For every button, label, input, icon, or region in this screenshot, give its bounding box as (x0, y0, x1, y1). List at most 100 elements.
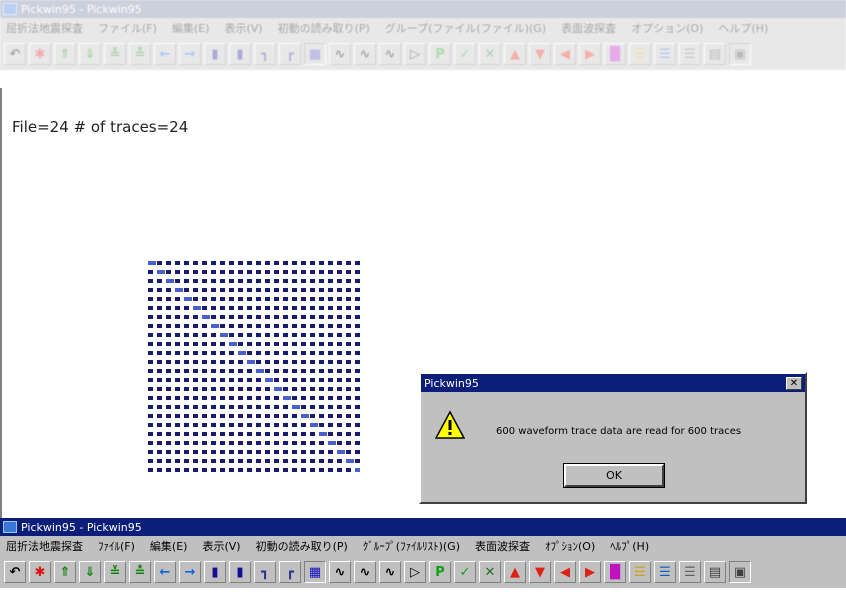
check-icon[interactable]: ✓ (454, 561, 476, 583)
p-icon[interactable]: P (429, 43, 451, 65)
top-menu-item[interactable]: オプション(O) (631, 20, 703, 36)
trace-cell (256, 441, 261, 445)
tri-up-icon[interactable]: ▲ (504, 43, 526, 65)
trace-cell (346, 378, 351, 382)
bottom-menu-item[interactable]: 初動の読み取り(P) (256, 538, 348, 554)
trace-cell (337, 450, 345, 454)
trace-cell (157, 288, 162, 292)
trace-cell (256, 306, 261, 310)
trace-cell (292, 351, 297, 355)
panel-icon[interactable]: ▤ (704, 561, 726, 583)
wave-icon[interactable]: ∿ (329, 43, 351, 65)
book2-icon[interactable]: ▮ (229, 43, 251, 65)
tri-down-icon[interactable]: ▼ (529, 43, 551, 65)
ok-button[interactable]: OK (563, 463, 665, 488)
book2-icon[interactable]: ▮ (229, 561, 251, 583)
tri-right-icon[interactable]: ▶ (579, 561, 601, 583)
x-icon[interactable]: ✕ (479, 43, 501, 65)
check-icon[interactable]: ✓ (454, 43, 476, 65)
x-icon[interactable]: ✕ (479, 561, 501, 583)
tri-left-icon[interactable]: ◀ (554, 561, 576, 583)
wave-a-icon[interactable]: ∿ (354, 43, 376, 65)
star-icon[interactable]: ✱ (29, 43, 51, 65)
top-menu-item[interactable]: 表面波探査 (561, 20, 616, 36)
trace-cell (310, 333, 315, 337)
gradient-icon[interactable]: █ (604, 43, 626, 65)
converge-icon[interactable]: ≚ (104, 561, 126, 583)
lines2-icon[interactable]: ☰ (654, 43, 676, 65)
top-menu-item[interactable]: 編集(E) (172, 20, 210, 36)
trace-cell (292, 369, 297, 373)
arrow-down-icon[interactable]: ⇓ (79, 561, 101, 583)
diverge-icon[interactable]: ≛ (129, 561, 151, 583)
lines3-icon[interactable]: ☰ (679, 561, 701, 583)
tri-down-icon[interactable]: ▼ (529, 561, 551, 583)
arrow-down-icon[interactable]: ⇓ (79, 43, 101, 65)
bottom-menu-item[interactable]: ﾍﾙﾌﾟ(H) (610, 538, 649, 554)
trace-cell (346, 261, 351, 265)
bottom-menu-item[interactable]: ﾌｧｲﾙ(F) (98, 538, 135, 554)
tri-left-icon[interactable]: ◀ (554, 43, 576, 65)
arrow-right-icon[interactable]: → (179, 561, 201, 583)
top-menu-item[interactable]: 初動の読み取り(P) (278, 20, 370, 36)
arrow-left-icon[interactable]: ← (154, 43, 176, 65)
trace-cell (292, 288, 297, 292)
top-menu-item[interactable]: ヘルプ(H) (718, 20, 768, 36)
pointer-icon[interactable]: ▷ (404, 561, 426, 583)
trace-cell (355, 297, 360, 301)
trace-cell (220, 288, 225, 292)
star-icon[interactable]: ✱ (29, 561, 51, 583)
undo-icon[interactable]: ↶ (4, 561, 26, 583)
book-icon[interactable]: ▮ (204, 561, 226, 583)
trace-cell (193, 459, 198, 463)
close-icon[interactable]: ✕ (786, 376, 802, 390)
step2-icon[interactable]: ┏ (279, 561, 301, 583)
arrow-up-icon[interactable]: ⇑ (54, 43, 76, 65)
grid-icon[interactable]: ▦ (304, 43, 326, 65)
panel2-icon[interactable]: ▣ (729, 43, 751, 65)
lines-icon[interactable]: ☰ (629, 43, 651, 65)
book-icon[interactable]: ▮ (204, 43, 226, 65)
bottom-menu-item[interactable]: 表面波探査 (475, 538, 530, 554)
pointer-icon[interactable]: ▷ (404, 43, 426, 65)
lines3-icon[interactable]: ☰ (679, 43, 701, 65)
tri-up-icon[interactable]: ▲ (504, 561, 526, 583)
top-menu-item[interactable]: 表示(V) (224, 20, 262, 36)
panel2-icon[interactable]: ▣ (729, 561, 751, 583)
lines-icon[interactable]: ☰ (629, 561, 651, 583)
bottom-menu-item[interactable]: ｸﾞﾙｰﾌﾟ(ﾌｧｲﾙﾘｽﾄ)(G) (363, 538, 460, 554)
bottom-menu-item[interactable]: 屈折法地震探査 (6, 538, 83, 554)
trace-cell (166, 441, 171, 445)
arrow-left-icon[interactable]: ← (154, 561, 176, 583)
top-menu-item[interactable]: 屈折法地震探査 (6, 20, 83, 36)
wave-b-icon[interactable]: ∿ (379, 561, 401, 583)
diverge-icon[interactable]: ≛ (129, 43, 151, 65)
trace-cell (229, 351, 234, 355)
trace-cell (283, 378, 288, 382)
trace-cell (211, 288, 216, 292)
step-icon[interactable]: ┓ (254, 561, 276, 583)
lines2-icon[interactable]: ☰ (654, 561, 676, 583)
undo-icon[interactable]: ↶ (4, 43, 26, 65)
trace-cell (211, 423, 216, 427)
grid-icon[interactable]: ▦ (304, 561, 326, 583)
trace-cell (301, 378, 306, 382)
trace-cell (229, 441, 234, 445)
top-menu-item[interactable]: ファイル(F) (98, 20, 157, 36)
bottom-menu-item[interactable]: 編集(E) (150, 538, 188, 554)
wave-icon[interactable]: ∿ (329, 561, 351, 583)
p-icon[interactable]: P (429, 561, 451, 583)
bottom-menu-item[interactable]: ｵﾌﾟｼｮﾝ(O) (545, 538, 595, 554)
arrow-up-icon[interactable]: ⇑ (54, 561, 76, 583)
panel-icon[interactable]: ▤ (704, 43, 726, 65)
wave-b-icon[interactable]: ∿ (379, 43, 401, 65)
gradient-icon[interactable]: █ (604, 561, 626, 583)
step-icon[interactable]: ┓ (254, 43, 276, 65)
bottom-menu-item[interactable]: 表示(V) (202, 538, 240, 554)
top-menu-item[interactable]: グループ(ファイル(ファイル)(G) (385, 20, 546, 36)
arrow-right-icon[interactable]: → (179, 43, 201, 65)
step2-icon[interactable]: ┏ (279, 43, 301, 65)
wave-a-icon[interactable]: ∿ (354, 561, 376, 583)
converge-icon[interactable]: ≚ (104, 43, 126, 65)
tri-right-icon[interactable]: ▶ (579, 43, 601, 65)
